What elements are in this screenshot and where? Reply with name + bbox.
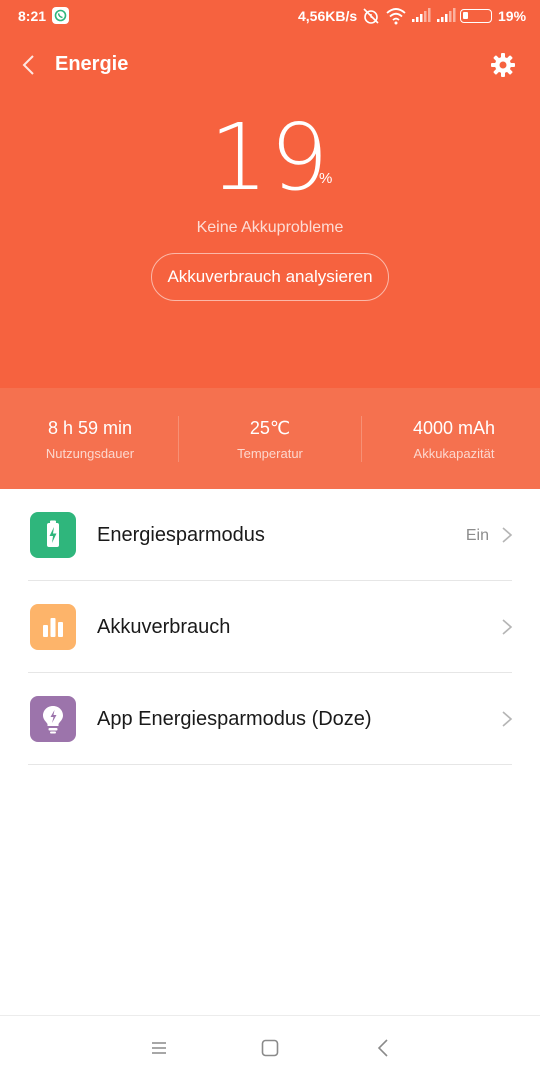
gear-icon (491, 53, 515, 77)
back-arrow-icon (22, 55, 34, 75)
battery-stats: 8 h 59 min Nutzungsdauer 25℃ Temperatur … (0, 388, 540, 489)
status-battery-percent: 19% (498, 8, 527, 24)
analyze-battery-button[interactable]: Akkuverbrauch analysieren (151, 253, 389, 301)
stat-divider (178, 416, 179, 462)
nav-back-button[interactable] (371, 1035, 397, 1061)
list-item-label: Energiesparmodus (97, 524, 265, 546)
chevron-right-icon (502, 619, 513, 635)
home-button[interactable] (257, 1035, 283, 1061)
stat-value: 8 h 59 min (47, 418, 133, 438)
home-icon (261, 1039, 279, 1057)
stat-divider (361, 416, 362, 462)
back-button[interactable] (14, 50, 44, 80)
list-item-value: Ein (465, 527, 489, 544)
chevron-right-icon (502, 711, 513, 727)
status-time: 8:21 (18, 8, 47, 24)
wifi-icon (386, 7, 406, 30)
battery-percentage: 19 (209, 104, 331, 211)
stat-usage-time: 8 h 59 min Nutzungsdauer (0, 388, 180, 489)
settings-button[interactable] (488, 50, 518, 80)
signal-icon (411, 7, 431, 28)
lightbulb-icon (30, 696, 76, 742)
stat-capacity: 4000 mAh Akkukapazität (364, 388, 540, 489)
list-item-energy-saver[interactable]: Energiesparmodus Ein (0, 489, 540, 581)
status-bar: 8:21 4,56KB/s 19% (0, 0, 540, 34)
stat-value: 4000 mAh (412, 418, 496, 438)
signal-2-icon (436, 7, 456, 28)
bar-chart-icon (30, 604, 76, 650)
system-navigation-bar (0, 1015, 540, 1080)
list-item-label: App Energiesparmodus (Doze) (97, 708, 372, 730)
page-title: Energie (55, 53, 129, 75)
stat-value: 25℃ (249, 418, 291, 438)
stat-label: Temperatur (237, 446, 303, 461)
stat-temperature: 25℃ Temperatur (180, 388, 360, 489)
alarm-off-icon (362, 7, 380, 30)
menu-button[interactable] (146, 1035, 172, 1061)
battery-level-fill (463, 12, 468, 19)
settings-list: Energiesparmodus Ein Akkuverbrauch App E… (0, 489, 540, 765)
network-speed: 4,56KB/s (298, 8, 358, 24)
percent-sign: % (319, 170, 333, 187)
divider (28, 764, 512, 765)
menu-icon (152, 1042, 166, 1054)
stat-label: Akkukapazität (413, 446, 495, 461)
list-item-battery-usage[interactable]: Akkuverbrauch (0, 581, 540, 673)
chevron-right-icon (502, 527, 513, 543)
battery-saver-icon (30, 512, 76, 558)
battery-header: 8:21 4,56KB/s 19% Energie 19 % Keine Akk… (0, 0, 540, 489)
stat-label: Nutzungsdauer (45, 446, 135, 461)
list-item-label: Akkuverbrauch (97, 616, 231, 638)
whatsapp-notification-icon (52, 7, 69, 24)
list-item-app-doze[interactable]: App Energiesparmodus (Doze) (0, 673, 540, 765)
battery-icon (460, 9, 492, 23)
battery-status-text: Keine Akkuprobleme (196, 219, 344, 236)
back-icon (377, 1039, 388, 1057)
